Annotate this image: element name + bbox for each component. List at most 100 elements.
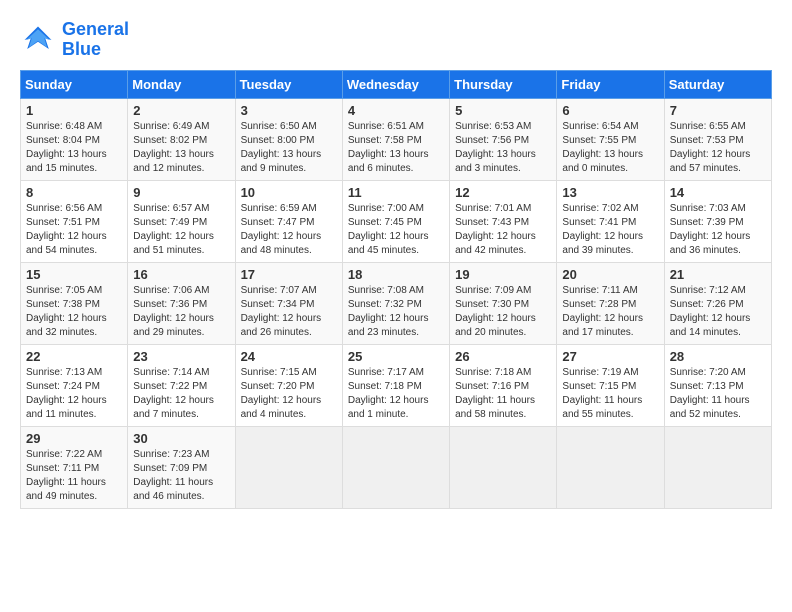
day-info: Sunrise: 7:00 AM Sunset: 7:45 PM Dayligh… bbox=[348, 202, 444, 258]
calendar-cell: 22 Sunrise: 7:13 AM Sunset: 7:24 PM Dayli… bbox=[21, 344, 128, 426]
calendar-cell: 7 Sunrise: 6:55 AM Sunset: 7:53 PM Daylig… bbox=[664, 98, 771, 180]
column-header-friday: Friday bbox=[557, 70, 664, 98]
calendar-cell: 24 Sunrise: 7:15 AM Sunset: 7:20 PM Dayli… bbox=[235, 344, 342, 426]
day-number: 30 bbox=[133, 431, 229, 446]
calendar-cell: 25 Sunrise: 7:17 AM Sunset: 7:18 PM Dayli… bbox=[342, 344, 449, 426]
calendar-cell: 18 Sunrise: 7:08 AM Sunset: 7:32 PM Dayli… bbox=[342, 262, 449, 344]
column-header-wednesday: Wednesday bbox=[342, 70, 449, 98]
calendar-cell: 13Sunrise: 7:02 AM Sunset: 7:41 PM Dayli… bbox=[557, 180, 664, 262]
calendar-cell: 4 Sunrise: 6:51 AM Sunset: 7:58 PM Daylig… bbox=[342, 98, 449, 180]
day-number: 11 bbox=[348, 185, 444, 200]
calendar-week-5: 29 Sunrise: 7:22 AM Sunset: 7:11 PM Dayli… bbox=[21, 426, 772, 508]
column-header-tuesday: Tuesday bbox=[235, 70, 342, 98]
calendar-cell: 9 Sunrise: 6:57 AM Sunset: 7:49 PM Daylig… bbox=[128, 180, 235, 262]
day-info: Sunrise: 6:53 AM Sunset: 7:56 PM Dayligh… bbox=[455, 120, 551, 176]
day-info: Sunrise: 6:51 AM Sunset: 7:58 PM Dayligh… bbox=[348, 120, 444, 176]
day-info: Sunrise: 7:14 AM Sunset: 7:22 PM Dayligh… bbox=[133, 366, 229, 422]
day-number: 19 bbox=[455, 267, 551, 282]
day-number: 22 bbox=[26, 349, 122, 364]
calendar-cell: 6 Sunrise: 6:54 AM Sunset: 7:55 PM Daylig… bbox=[557, 98, 664, 180]
day-info: Sunrise: 7:07 AM Sunset: 7:34 PM Dayligh… bbox=[241, 284, 337, 340]
day-number: 2 bbox=[133, 103, 229, 118]
calendar-table: SundayMondayTuesdayWednesdayThursdayFrid… bbox=[20, 70, 772, 509]
day-number: 25 bbox=[348, 349, 444, 364]
page-header: General Blue bbox=[20, 20, 772, 60]
column-header-monday: Monday bbox=[128, 70, 235, 98]
calendar-cell: 27 Sunrise: 7:19 AM Sunset: 7:15 PM Dayli… bbox=[557, 344, 664, 426]
day-number: 5 bbox=[455, 103, 551, 118]
calendar-cell bbox=[557, 426, 664, 508]
calendar-week-1: 1Sunrise: 6:48 AM Sunset: 8:04 PM Daylig… bbox=[21, 98, 772, 180]
calendar-cell: 1Sunrise: 6:48 AM Sunset: 8:04 PM Daylig… bbox=[21, 98, 128, 180]
calendar-week-2: 8 Sunrise: 6:56 AM Sunset: 7:51 PM Daylig… bbox=[21, 180, 772, 262]
calendar-cell: 14 Sunrise: 7:03 AM Sunset: 7:39 PM Dayli… bbox=[664, 180, 771, 262]
calendar-week-4: 22 Sunrise: 7:13 AM Sunset: 7:24 PM Dayli… bbox=[21, 344, 772, 426]
day-info: Sunrise: 6:54 AM Sunset: 7:55 PM Dayligh… bbox=[562, 120, 658, 176]
day-number: 26 bbox=[455, 349, 551, 364]
day-info: Sunrise: 6:55 AM Sunset: 7:53 PM Dayligh… bbox=[670, 120, 766, 176]
day-info: Sunrise: 7:08 AM Sunset: 7:32 PM Dayligh… bbox=[348, 284, 444, 340]
calendar-cell: 11 Sunrise: 7:00 AM Sunset: 7:45 PM Dayli… bbox=[342, 180, 449, 262]
day-number: 21 bbox=[670, 267, 766, 282]
day-number: 6 bbox=[562, 103, 658, 118]
day-info: Sunrise: 6:49 AM Sunset: 8:02 PM Dayligh… bbox=[133, 120, 229, 176]
day-number: 24 bbox=[241, 349, 337, 364]
calendar-cell bbox=[664, 426, 771, 508]
day-number: 29 bbox=[26, 431, 122, 446]
day-number: 15 bbox=[26, 267, 122, 282]
day-number: 27 bbox=[562, 349, 658, 364]
day-info: Sunrise: 7:09 AM Sunset: 7:30 PM Dayligh… bbox=[455, 284, 551, 340]
day-number: 8 bbox=[26, 185, 122, 200]
day-number: 18 bbox=[348, 267, 444, 282]
day-info: Sunrise: 7:05 AM Sunset: 7:38 PM Dayligh… bbox=[26, 284, 122, 340]
day-number: 12 bbox=[455, 185, 551, 200]
day-number: 17 bbox=[241, 267, 337, 282]
column-header-saturday: Saturday bbox=[664, 70, 771, 98]
day-number: 7 bbox=[670, 103, 766, 118]
column-header-sunday: Sunday bbox=[21, 70, 128, 98]
day-number: 4 bbox=[348, 103, 444, 118]
day-info: Sunrise: 7:01 AM Sunset: 7:43 PM Dayligh… bbox=[455, 202, 551, 258]
day-info: Sunrise: 7:15 AM Sunset: 7:20 PM Dayligh… bbox=[241, 366, 337, 422]
calendar-cell: 3 Sunrise: 6:50 AM Sunset: 8:00 PM Daylig… bbox=[235, 98, 342, 180]
calendar-cell: 17 Sunrise: 7:07 AM Sunset: 7:34 PM Dayli… bbox=[235, 262, 342, 344]
day-info: Sunrise: 7:03 AM Sunset: 7:39 PM Dayligh… bbox=[670, 202, 766, 258]
calendar-cell: 15 Sunrise: 7:05 AM Sunset: 7:38 PM Dayli… bbox=[21, 262, 128, 344]
column-header-thursday: Thursday bbox=[450, 70, 557, 98]
day-info: Sunrise: 7:20 AM Sunset: 7:13 PM Dayligh… bbox=[670, 366, 766, 422]
day-info: Sunrise: 7:06 AM Sunset: 7:36 PM Dayligh… bbox=[133, 284, 229, 340]
logo: General Blue bbox=[20, 20, 129, 60]
calendar-cell: 26 Sunrise: 7:18 AM Sunset: 7:16 PM Dayli… bbox=[450, 344, 557, 426]
calendar-cell bbox=[342, 426, 449, 508]
day-info: Sunrise: 7:13 AM Sunset: 7:24 PM Dayligh… bbox=[26, 366, 122, 422]
day-info: Sunrise: 7:12 AM Sunset: 7:26 PM Dayligh… bbox=[670, 284, 766, 340]
day-info: Sunrise: 6:59 AM Sunset: 7:47 PM Dayligh… bbox=[241, 202, 337, 258]
calendar-cell: 28Sunrise: 7:20 AM Sunset: 7:13 PM Dayli… bbox=[664, 344, 771, 426]
calendar-cell bbox=[450, 426, 557, 508]
day-info: Sunrise: 7:19 AM Sunset: 7:15 PM Dayligh… bbox=[562, 366, 658, 422]
calendar-cell: 16 Sunrise: 7:06 AM Sunset: 7:36 PM Dayli… bbox=[128, 262, 235, 344]
calendar-cell: 21 Sunrise: 7:12 AM Sunset: 7:26 PM Dayli… bbox=[664, 262, 771, 344]
calendar-cell: 20Sunrise: 7:11 AM Sunset: 7:28 PM Dayli… bbox=[557, 262, 664, 344]
day-info: Sunrise: 7:18 AM Sunset: 7:16 PM Dayligh… bbox=[455, 366, 551, 422]
calendar-cell: 19 Sunrise: 7:09 AM Sunset: 7:30 PM Dayli… bbox=[450, 262, 557, 344]
calendar-cell: 12 Sunrise: 7:01 AM Sunset: 7:43 PM Dayli… bbox=[450, 180, 557, 262]
day-info: Sunrise: 7:17 AM Sunset: 7:18 PM Dayligh… bbox=[348, 366, 444, 422]
day-info: Sunrise: 6:56 AM Sunset: 7:51 PM Dayligh… bbox=[26, 202, 122, 258]
calendar-cell bbox=[235, 426, 342, 508]
day-number: 14 bbox=[670, 185, 766, 200]
day-info: Sunrise: 6:48 AM Sunset: 8:04 PM Dayligh… bbox=[26, 120, 122, 176]
calendar-cell: 29 Sunrise: 7:22 AM Sunset: 7:11 PM Dayli… bbox=[21, 426, 128, 508]
calendar-cell: 5 Sunrise: 6:53 AM Sunset: 7:56 PM Daylig… bbox=[450, 98, 557, 180]
day-number: 9 bbox=[133, 185, 229, 200]
logo-icon bbox=[20, 22, 56, 58]
calendar-header-row: SundayMondayTuesdayWednesdayThursdayFrid… bbox=[21, 70, 772, 98]
day-number: 16 bbox=[133, 267, 229, 282]
day-info: Sunrise: 7:22 AM Sunset: 7:11 PM Dayligh… bbox=[26, 448, 122, 504]
day-info: Sunrise: 6:50 AM Sunset: 8:00 PM Dayligh… bbox=[241, 120, 337, 176]
day-number: 3 bbox=[241, 103, 337, 118]
day-info: Sunrise: 6:57 AM Sunset: 7:49 PM Dayligh… bbox=[133, 202, 229, 258]
calendar-cell: 30Sunrise: 7:23 AM Sunset: 7:09 PM Dayli… bbox=[128, 426, 235, 508]
day-number: 13 bbox=[562, 185, 658, 200]
day-number: 10 bbox=[241, 185, 337, 200]
